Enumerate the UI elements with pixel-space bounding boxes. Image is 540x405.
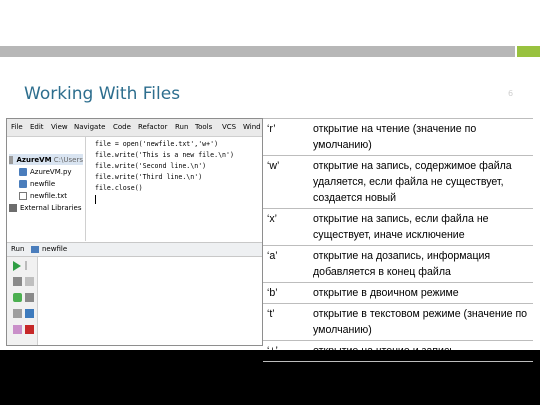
text-file-icon <box>19 191 27 200</box>
modes-table: ‘r’ открытие на чтение (значение по умол… <box>263 118 533 362</box>
mode-desc: открытие на запись, содержимое файла уда… <box>309 155 533 209</box>
stop-icon[interactable] <box>13 277 22 286</box>
tree-root-label: AzureVM <box>16 155 52 164</box>
menu-window[interactable]: Wind <box>243 123 261 131</box>
menu-view[interactable]: View <box>51 123 68 131</box>
run-config[interactable]: newfile <box>42 245 67 253</box>
menu-refactor[interactable]: Refactor <box>138 123 167 131</box>
mode-key: ‘a’ <box>263 245 309 283</box>
close-icon[interactable] <box>25 325 34 334</box>
print-icon[interactable] <box>25 309 34 318</box>
table-row: ‘b’ открытие в двоичном режиме <box>263 282 533 304</box>
mode-key: ‘t’ <box>263 303 309 341</box>
run-toolbar: Run newfile <box>7 242 262 257</box>
mode-key: ‘+’ <box>263 340 309 362</box>
tree-item-newfile[interactable]: newfile <box>19 178 55 189</box>
header-bar-grey <box>0 46 515 57</box>
code-line-4: file.write('Third line.\n') <box>95 173 203 181</box>
mode-desc: открытие на запись, если файла не сущест… <box>309 208 533 246</box>
menu-navigate[interactable]: Navigate <box>74 123 105 131</box>
code-line-2: file.write('This is a new file.\n') <box>95 151 234 159</box>
project-tree: AzureVM C:\Users AzureVM.py newfile newf… <box>7 137 86 241</box>
library-icon <box>9 203 17 212</box>
code-line-3: file.write('Second line.\n') <box>95 162 207 170</box>
table-row: ‘a’ открытие на дозапись, информация доб… <box>263 245 533 283</box>
slide-number: 6 <box>508 89 514 98</box>
table-row: ‘t’ открытие в текстовом режиме (значени… <box>263 303 533 341</box>
menu-run[interactable]: Run <box>175 123 188 131</box>
code-line-5: file.close() <box>95 184 143 192</box>
tree-item-label: newfile <box>30 179 56 188</box>
tree-item-external-libraries[interactable]: External Libraries <box>9 202 82 213</box>
python-run-icon <box>31 246 39 253</box>
pin-icon[interactable] <box>13 309 22 318</box>
table-row: ‘w’ открытие на запись, содержимое файла… <box>263 155 533 209</box>
slide: Working With Files 6 File Edit View Navi… <box>0 0 540 362</box>
header-bar <box>0 46 540 57</box>
run-sidebar <box>7 257 38 345</box>
wrap-icon[interactable] <box>25 277 34 286</box>
mode-desc: открытие на чтение (значение по умолчани… <box>309 118 533 156</box>
mode-desc: открытие на дозапись, информация добавля… <box>309 245 533 283</box>
folder-icon <box>9 155 14 164</box>
scroll-up-icon[interactable] <box>25 261 27 270</box>
ide-window: File Edit View Navigate Code Refactor Ru… <box>6 118 263 346</box>
table-row: ‘+’ открытие на чтение и запись <box>263 340 533 362</box>
scroll-end-icon[interactable] <box>25 293 34 302</box>
tree-item-newfile-txt[interactable]: newfile.txt <box>19 190 67 201</box>
text-cursor <box>95 195 96 204</box>
tree-item-azurevm-py[interactable]: AzureVM.py <box>19 166 72 177</box>
page-title: Working With Files <box>24 84 181 104</box>
menu-vcs[interactable]: VCS <box>222 123 236 131</box>
mode-desc: открытие на чтение и запись <box>309 340 533 362</box>
run-label: Run <box>11 245 25 253</box>
tree-item-label: newfile.txt <box>30 191 67 200</box>
menu-bar: File Edit View Navigate Code Refactor Ru… <box>7 119 262 137</box>
python-file-icon <box>19 167 27 176</box>
mode-key: ‘x’ <box>263 208 309 246</box>
mode-desc: открытие в текстовом режиме (значение по… <box>309 303 533 341</box>
code-line-1: file = open('newfile.txt','w+') <box>95 140 219 148</box>
play-icon[interactable] <box>13 261 21 271</box>
tree-item-label: External Libraries <box>20 203 82 212</box>
code-editor[interactable]: file = open('newfile.txt','w+') file.wri… <box>87 137 261 241</box>
debug-icon[interactable] <box>13 325 22 334</box>
menu-code[interactable]: Code <box>113 123 131 131</box>
mode-key: ‘r’ <box>263 118 309 156</box>
tree-root[interactable]: AzureVM C:\Users <box>9 154 83 165</box>
tree-root-path: C:\Users <box>53 155 83 164</box>
menu-tools[interactable]: Tools <box>195 123 212 131</box>
python-file-icon <box>19 179 27 188</box>
mode-desc: открытие в двоичном режиме <box>309 282 533 304</box>
menu-file[interactable]: File <box>11 123 23 131</box>
table-row: ‘r’ открытие на чтение (значение по умол… <box>263 118 533 156</box>
header-bar-accent <box>517 46 540 57</box>
mode-key: ‘b’ <box>263 282 309 304</box>
table-row: ‘x’ открытие на запись, если файла не су… <box>263 208 533 246</box>
mode-key: ‘w’ <box>263 155 309 209</box>
menu-edit[interactable]: Edit <box>30 123 44 131</box>
tree-item-label: AzureVM.py <box>30 167 72 176</box>
rerun-icon[interactable] <box>13 293 22 302</box>
